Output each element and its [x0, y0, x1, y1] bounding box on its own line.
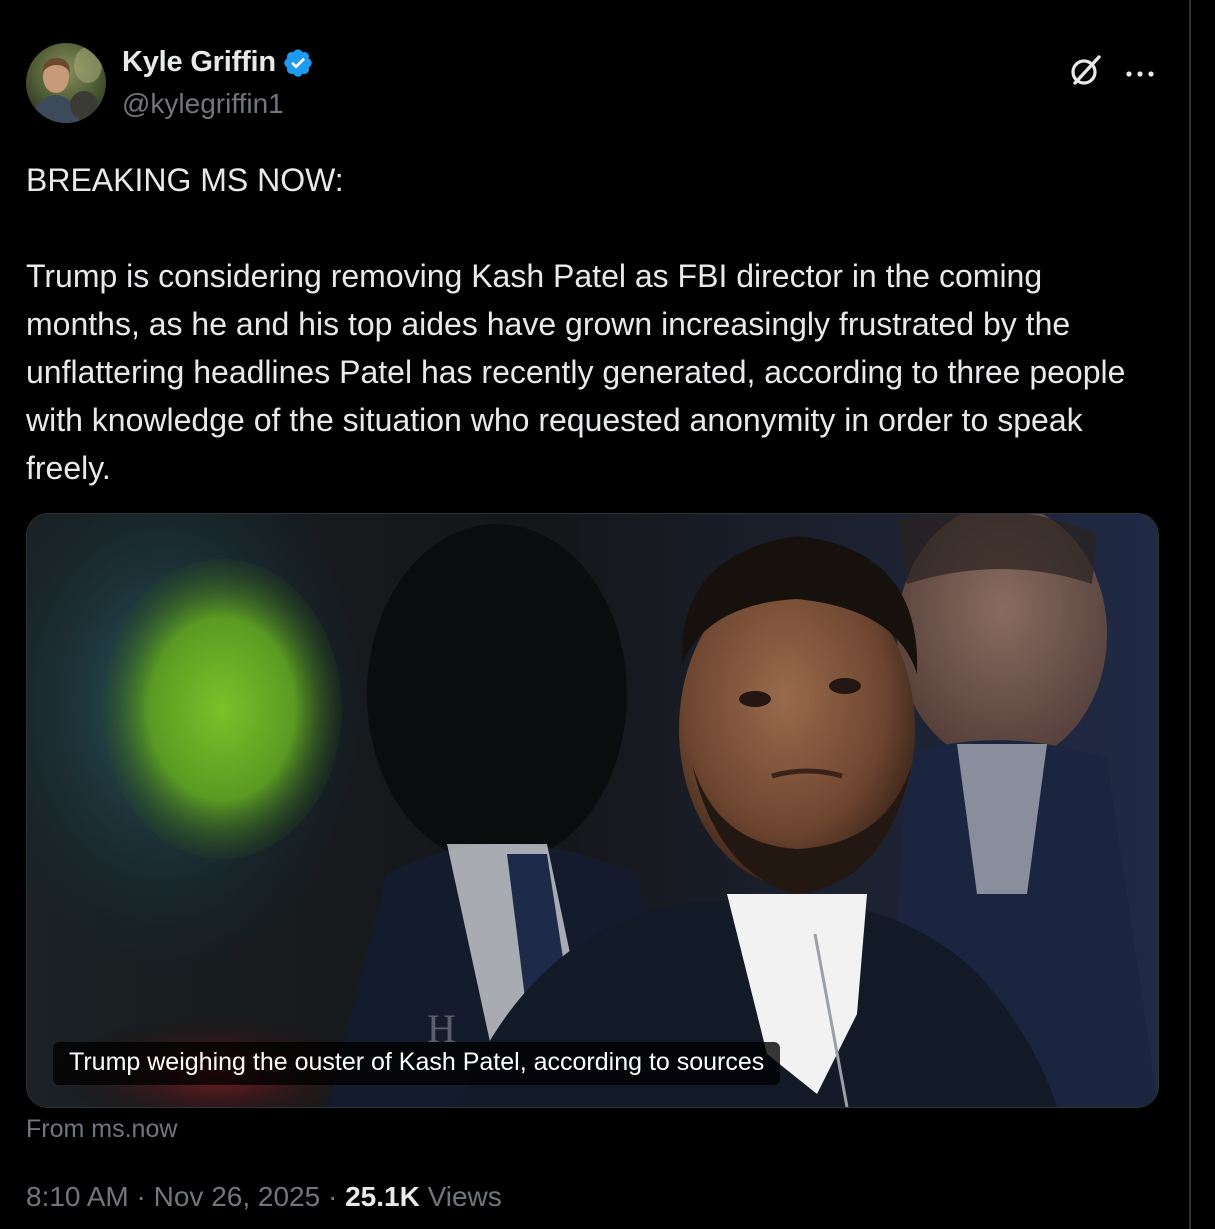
meta-separator: ·: [327, 1181, 338, 1212]
link-card-image: H: [27, 514, 1158, 1107]
views-label: Views: [427, 1181, 502, 1212]
tweet-meta: 8:10 AM · Nov 26, 2025 · 25.1K Views: [26, 1181, 502, 1213]
author-name[interactable]: Kyle Griffin: [122, 46, 276, 79]
meta-separator: ·: [136, 1181, 146, 1212]
link-card-caption: Trump weighing the ouster of Kash Patel,…: [53, 1042, 781, 1085]
views-count: 25.1K: [345, 1181, 420, 1212]
column-divider: [1189, 0, 1191, 1229]
grok-icon[interactable]: [1066, 50, 1106, 90]
author-name-row: Kyle Griffin: [122, 46, 314, 79]
link-source[interactable]: From ms.now: [26, 1115, 177, 1144]
tweet-date[interactable]: Nov 26, 2025: [154, 1181, 321, 1212]
tweet-headline: BREAKING MS NOW:: [26, 162, 344, 198]
tweet-body: Trump is considering removing Kash Patel…: [26, 258, 1126, 486]
tweet-header: Kyle Griffin @kylegriffin1: [26, 40, 1161, 130]
avatar[interactable]: [26, 43, 106, 123]
tweet-text: BREAKING MS NOW: Trump is considering re…: [26, 156, 1161, 492]
tweet: Kyle Griffin @kylegriffin1 BREAKING MS N…: [26, 40, 1161, 1212]
author-handle[interactable]: @kylegriffin1: [122, 88, 284, 120]
link-card[interactable]: H Trump weighing the ouster of Kash Pate…: [26, 513, 1159, 1108]
verified-badge-icon[interactable]: [282, 47, 314, 79]
tweet-time[interactable]: 8:10 AM: [26, 1181, 129, 1212]
more-options-icon[interactable]: [1122, 50, 1158, 90]
